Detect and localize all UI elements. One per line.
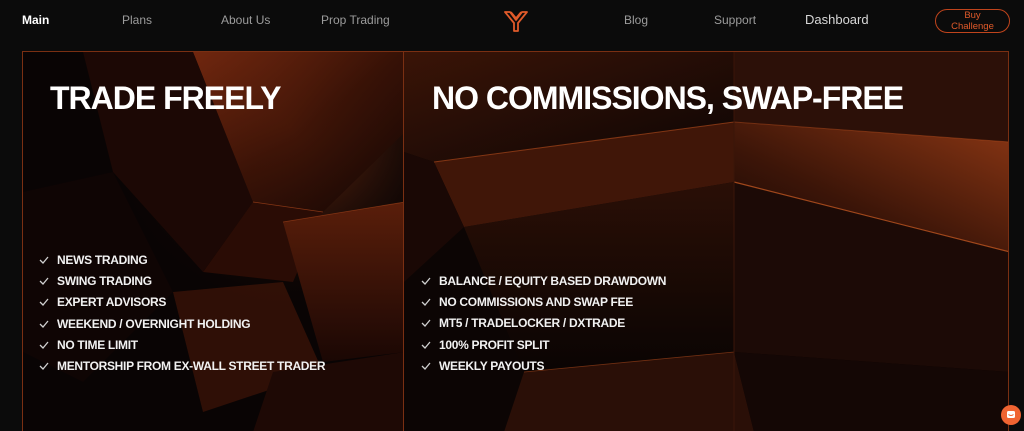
list-item: NEWS TRADING (38, 249, 325, 270)
chat-launcher-button[interactable] (1001, 405, 1021, 425)
nav-item-support[interactable]: Support (714, 13, 756, 27)
feature-list: BALANCE / EQUITY BASED DRAWDOWN NO COMMI… (420, 270, 666, 376)
check-icon (421, 298, 431, 306)
panel-title: NO COMMISSIONS, SWAP-FREE (432, 80, 904, 116)
check-icon (39, 320, 49, 328)
nav-item-prop-trading[interactable]: Prop Trading (321, 13, 390, 27)
check-icon (39, 277, 49, 285)
nav-item-main[interactable]: Main (22, 13, 49, 27)
brand-logo-icon[interactable] (504, 9, 528, 33)
chat-bubble-icon (1007, 411, 1015, 418)
nav-item-dashboard[interactable]: Dashboard (805, 12, 869, 27)
list-item: NO TIME LIMIT (38, 334, 325, 355)
check-icon (421, 277, 431, 285)
buy-challenge-button[interactable]: Buy Challenge (935, 9, 1010, 33)
nav-item-plans[interactable]: Plans (122, 13, 152, 27)
list-item: MT5 / TRADELOCKER / DXTRADE (420, 313, 666, 334)
check-icon (421, 319, 431, 328)
check-icon (39, 298, 49, 307)
list-item: BALANCE / EQUITY BASED DRAWDOWN (420, 270, 666, 291)
check-icon (39, 362, 49, 371)
check-icon (421, 362, 431, 370)
list-item: MENTORSHIP FROM EX-WALL STREET TRADER (38, 355, 326, 376)
check-icon (39, 341, 49, 349)
nav-item-blog[interactable]: Blog (624, 13, 648, 27)
list-item: WEEKLY PAYOUTS (420, 355, 666, 376)
top-navigation: Main Plans About Us Prop Trading Blog Su… (0, 0, 1024, 44)
feature-list: NEWS TRADING SWING TRADING EXPERT ADVISO… (38, 249, 326, 377)
list-item: NO COMMISSIONS AND SWAP FEE (420, 291, 666, 312)
list-item: SWING TRADING (38, 270, 325, 291)
list-item: WEEKEND / OVERNIGHT HOLDING (38, 313, 325, 334)
check-icon (39, 256, 49, 264)
trade-freely-panel: TRADE FREELY NEWS TRADING SWING TRADING … (22, 51, 404, 431)
no-commissions-panel: NO COMMISSIONS, SWAP-FREE BALANCE / EQUI… (403, 51, 1009, 431)
check-icon (421, 341, 431, 349)
list-item: EXPERT ADVISORS (38, 292, 325, 313)
panel-title: TRADE FREELY (50, 80, 281, 116)
nav-item-about-us[interactable]: About Us (221, 13, 270, 27)
list-item: 100% PROFIT SPLIT (420, 334, 666, 355)
